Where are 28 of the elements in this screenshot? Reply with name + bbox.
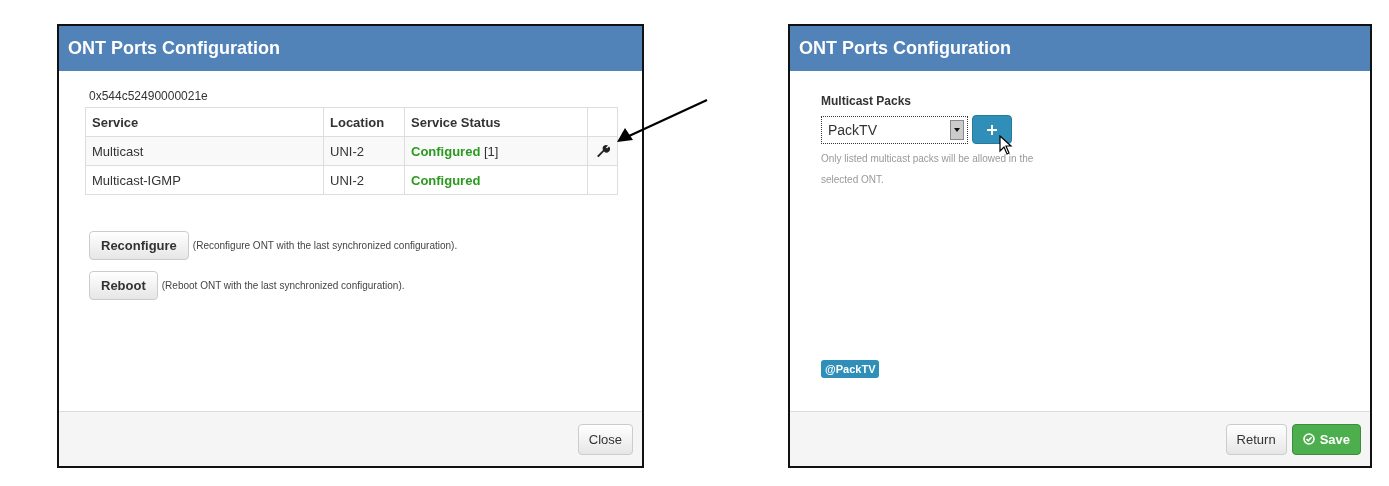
action-button[interactable]: Reconfigure <box>89 231 189 260</box>
column-header: Service Status <box>404 107 588 137</box>
action-description: (Reconfigure ONT with the last synchronized configuration). <box>192 240 458 251</box>
dialog-title: ONT Ports Configuration <box>68 38 280 59</box>
column-header: Location <box>323 107 405 137</box>
help-text: Only listed multicast packs will be allowed in the selected ONT. <box>821 152 1035 187</box>
table-cell: UNI-2 <box>323 165 405 195</box>
ont-id: 0x544c52490000021e <box>89 89 209 103</box>
check-circle-icon <box>1302 433 1315 445</box>
column-header: Service <box>85 107 324 137</box>
add-button[interactable] <box>972 115 1012 144</box>
pack-tag: @PackTV <box>821 360 880 378</box>
dropdown-arrow-icon <box>954 127 960 132</box>
dialog-title: ONT Ports Configuration <box>799 38 1011 59</box>
table-cell: Multicast-IGMP <box>85 165 324 195</box>
cursor-icon <box>999 135 1013 155</box>
action-description: (Reboot ONT with the last synchronized configuration). <box>161 280 405 291</box>
field-label: Multicast Packs <box>821 94 913 108</box>
table-cell: Configured <box>404 165 588 195</box>
table-cell: UNI-2 <box>323 136 405 166</box>
footer-button[interactable]: Close <box>577 423 633 455</box>
wrench-icon[interactable] <box>596 144 610 158</box>
plus-icon <box>987 124 997 135</box>
table-cell: Configured [1] <box>404 136 588 166</box>
pack-select[interactable]: PackTV <box>821 115 968 144</box>
footer-button[interactable]: Return <box>1225 423 1287 455</box>
action-button[interactable]: Reboot <box>89 271 158 300</box>
table-cell: Multicast <box>85 136 324 166</box>
